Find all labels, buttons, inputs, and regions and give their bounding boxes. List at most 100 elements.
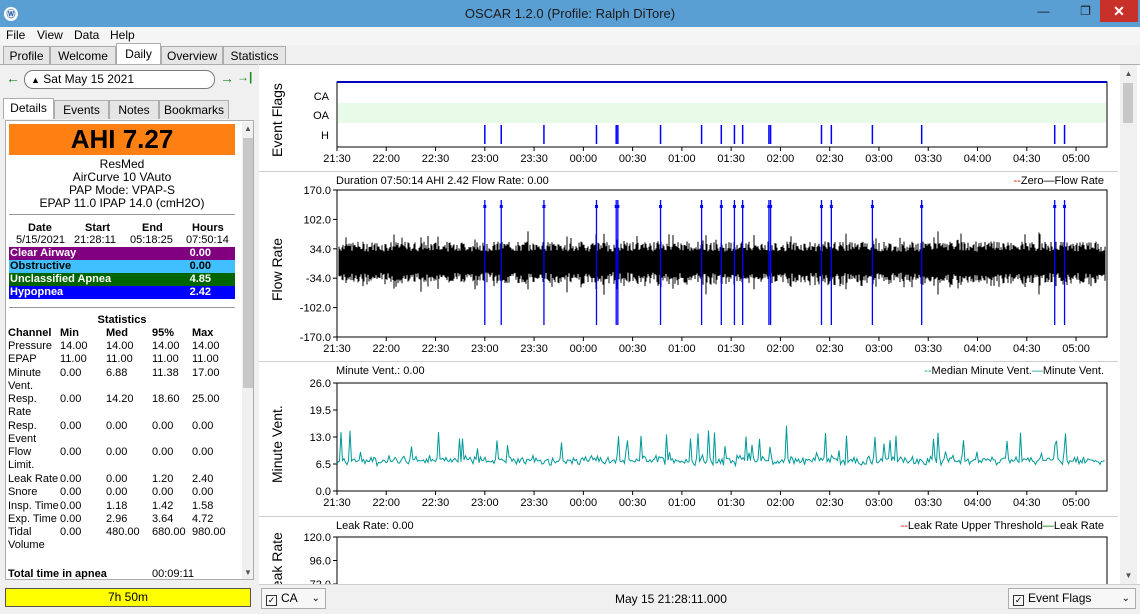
scrollbar-thumb[interactable] bbox=[243, 138, 253, 388]
pressure-settings: EPAP 11.0 IPAP 14.0 (cmH2O) bbox=[39, 196, 205, 210]
stats-channel: Snore bbox=[8, 486, 38, 499]
tab-events[interactable]: Events bbox=[54, 100, 109, 119]
menu-data[interactable]: Data bbox=[74, 28, 99, 42]
flag-row-label: CA bbox=[314, 91, 330, 103]
menu-help[interactable]: Help bbox=[110, 28, 135, 42]
x-tick-label: 22:30 bbox=[422, 497, 450, 509]
graph-leak-rate[interactable]: Leak Rate Leak Rate: 0.00 --Leak Rate Up… bbox=[259, 518, 1118, 598]
stats-value: 0.00 bbox=[60, 499, 82, 512]
y-tick-label: 120.0 bbox=[303, 532, 331, 544]
tab-statistics[interactable]: Statistics bbox=[223, 46, 286, 66]
tab-details[interactable]: Details bbox=[3, 98, 54, 119]
left-panel: ← ▲ Sat May 15 2021 → →| Details Events … bbox=[0, 64, 258, 614]
x-tick-label: 23:30 bbox=[520, 343, 548, 355]
hypopnea-marker-cap bbox=[594, 205, 598, 208]
legend-threshold: Leak Rate Upper Threshold bbox=[907, 520, 1043, 532]
stats-channel: Exp. Time bbox=[8, 512, 57, 525]
stats-value: 18.60 bbox=[152, 393, 180, 406]
hypopnea-marker-cap bbox=[700, 205, 704, 208]
stats-value: 0.00 bbox=[192, 486, 214, 499]
stats-value: 11.00 bbox=[106, 353, 133, 366]
scroll-up-icon[interactable]: ▲ bbox=[242, 124, 253, 133]
menu-view[interactable]: View bbox=[37, 28, 63, 42]
event-flags-plot[interactable]: CA OA H 21:30 22:00 22:30 23:00 23:30 00:00 00:30… bbox=[259, 65, 1118, 172]
stats-value: 0.00 bbox=[60, 393, 82, 406]
x-tick-label: 04:30 bbox=[1013, 497, 1041, 509]
graph-selector-combo[interactable]: ✓ Event Flags ⌄ bbox=[1008, 588, 1136, 609]
next-day-arrow-icon[interactable]: → bbox=[220, 70, 234, 86]
hypopnea-marker-cap bbox=[732, 205, 736, 208]
window-title: OSCAR 1.2.0 (Profile: Ralph DiTore) bbox=[464, 6, 676, 21]
date-value: Sat May 15 2021 bbox=[43, 72, 134, 86]
event-label: Clear Airway bbox=[10, 247, 77, 259]
graph-event-flags[interactable]: Event Flags CA OA H 21:30 22:00 22:30 23:00 23:… bbox=[259, 65, 1118, 172]
separator bbox=[9, 307, 235, 308]
x-tick-label: 04:30 bbox=[1013, 153, 1041, 165]
tab-overview[interactable]: Overview bbox=[161, 46, 223, 66]
event-index: 0.00 bbox=[189, 260, 211, 272]
x-tick-label: 02:00 bbox=[767, 497, 795, 509]
x-tick-label: 01:00 bbox=[668, 343, 696, 355]
hypopnea-marker-cap bbox=[819, 205, 823, 208]
last-day-arrow-icon[interactable]: →| bbox=[237, 70, 252, 84]
stats-value: 0.00 bbox=[60, 486, 82, 499]
graphs-scrollbar[interactable]: ▲ ▼ bbox=[1120, 65, 1137, 585]
session-header-date: Date bbox=[28, 222, 52, 234]
x-tick-label: 21:30 bbox=[323, 343, 351, 355]
x-tick-label: 23:00 bbox=[471, 343, 499, 355]
session-header-end: End bbox=[142, 222, 163, 234]
prev-day-arrow-icon[interactable]: ← bbox=[6, 70, 20, 86]
close-button[interactable]: ✕ bbox=[1100, 0, 1138, 22]
y-tick-label: 19.5 bbox=[310, 405, 331, 417]
minimize-button[interactable]: — bbox=[1030, 0, 1057, 22]
tab-welcome[interactable]: Welcome bbox=[50, 46, 116, 66]
tab-notes[interactable]: Notes bbox=[109, 100, 159, 119]
scroll-down-icon[interactable]: ▼ bbox=[1120, 571, 1137, 580]
session-start: 21:28:11 bbox=[74, 234, 117, 246]
hypopnea-marker-cap bbox=[870, 205, 874, 208]
session-date: 5/15/2021 bbox=[16, 234, 65, 246]
cursor-time: May 15 21:28:11.000 bbox=[615, 592, 727, 606]
stats-value: 0.00 bbox=[60, 512, 82, 525]
minute-vent-plot[interactable]: 26.019.513.06.50.021:30 22:00 22:30 23:00 23… bbox=[259, 363, 1118, 517]
calendar-toggle-icon[interactable]: ▲ bbox=[31, 75, 40, 85]
stats-value: 17.00 bbox=[192, 366, 220, 379]
hypopnea-marker-cap bbox=[616, 205, 620, 208]
date-selector[interactable]: ▲ Sat May 15 2021 bbox=[24, 70, 215, 89]
statistics-title: Statistics bbox=[97, 314, 147, 326]
maximize-button[interactable]: ❐ bbox=[1072, 0, 1099, 22]
menu-file[interactable]: File bbox=[6, 28, 25, 42]
x-tick-label: 01:30 bbox=[717, 343, 745, 355]
session-end: 05:18:25 bbox=[130, 234, 173, 246]
graph-minute-vent[interactable]: Minute Vent. Minute Vent.: 0.00 --Median… bbox=[259, 363, 1118, 517]
scrollbar-thumb[interactable] bbox=[1123, 83, 1133, 123]
checkbox-icon[interactable]: ✓ bbox=[266, 595, 277, 606]
flow-rate-plot[interactable]: 170.0102.034.0-34.0-102.0-170.021:30 22:0… bbox=[259, 173, 1118, 362]
stats-value: 0.00 bbox=[60, 419, 82, 432]
stats-value: 14.00 bbox=[152, 340, 180, 352]
checkbox-icon[interactable]: ✓ bbox=[1013, 595, 1024, 606]
tab-profile[interactable]: Profile bbox=[3, 46, 50, 66]
stats-value: 11.00 bbox=[152, 353, 179, 366]
scroll-up-icon[interactable]: ▲ bbox=[1120, 69, 1137, 78]
x-tick-label: 03:00 bbox=[865, 497, 893, 509]
x-tick-label: 01:30 bbox=[717, 497, 745, 509]
device-model: AirCurve 10 VAuto bbox=[72, 170, 172, 184]
event-obstructive[interactable]: Obstructive 0.00 bbox=[9, 260, 235, 273]
graph-flow-rate[interactable]: Flow Rate Duration 07:50:14 AHI 2.42 Flo… bbox=[259, 173, 1118, 362]
bottom-bar: ✓ CA ⌄ May 15 21:28:11.000 ✓ Event Flags ⌄ bbox=[259, 584, 1140, 614]
scroll-down-icon[interactable]: ▼ bbox=[242, 568, 253, 577]
event-unclassified-apnea[interactable]: Unclassified Apnea 4.85 bbox=[9, 273, 235, 286]
tab-bookmarks[interactable]: Bookmarks bbox=[159, 100, 229, 119]
ahi-banner: AHI 7.27 bbox=[9, 124, 235, 155]
title-bar: Ⓦ OSCAR 1.2.0 (Profile: Ralph DiTore) — … bbox=[0, 0, 1140, 27]
hypopnea-marker-cap bbox=[741, 205, 745, 208]
event-label: Unclassified Apnea bbox=[10, 273, 112, 285]
event-hypopnea[interactable]: Hypopnea 2.42 bbox=[9, 286, 235, 299]
tab-daily[interactable]: Daily bbox=[116, 43, 161, 64]
event-type-combo[interactable]: ✓ CA ⌄ bbox=[261, 588, 326, 609]
x-tick-label: 02:00 bbox=[767, 343, 795, 355]
details-scrollbar[interactable]: ▲ ▼ bbox=[242, 122, 253, 579]
event-clear-airway[interactable]: Clear Airway 0.00 bbox=[9, 247, 235, 260]
stats-value: 6.88 bbox=[106, 366, 128, 379]
